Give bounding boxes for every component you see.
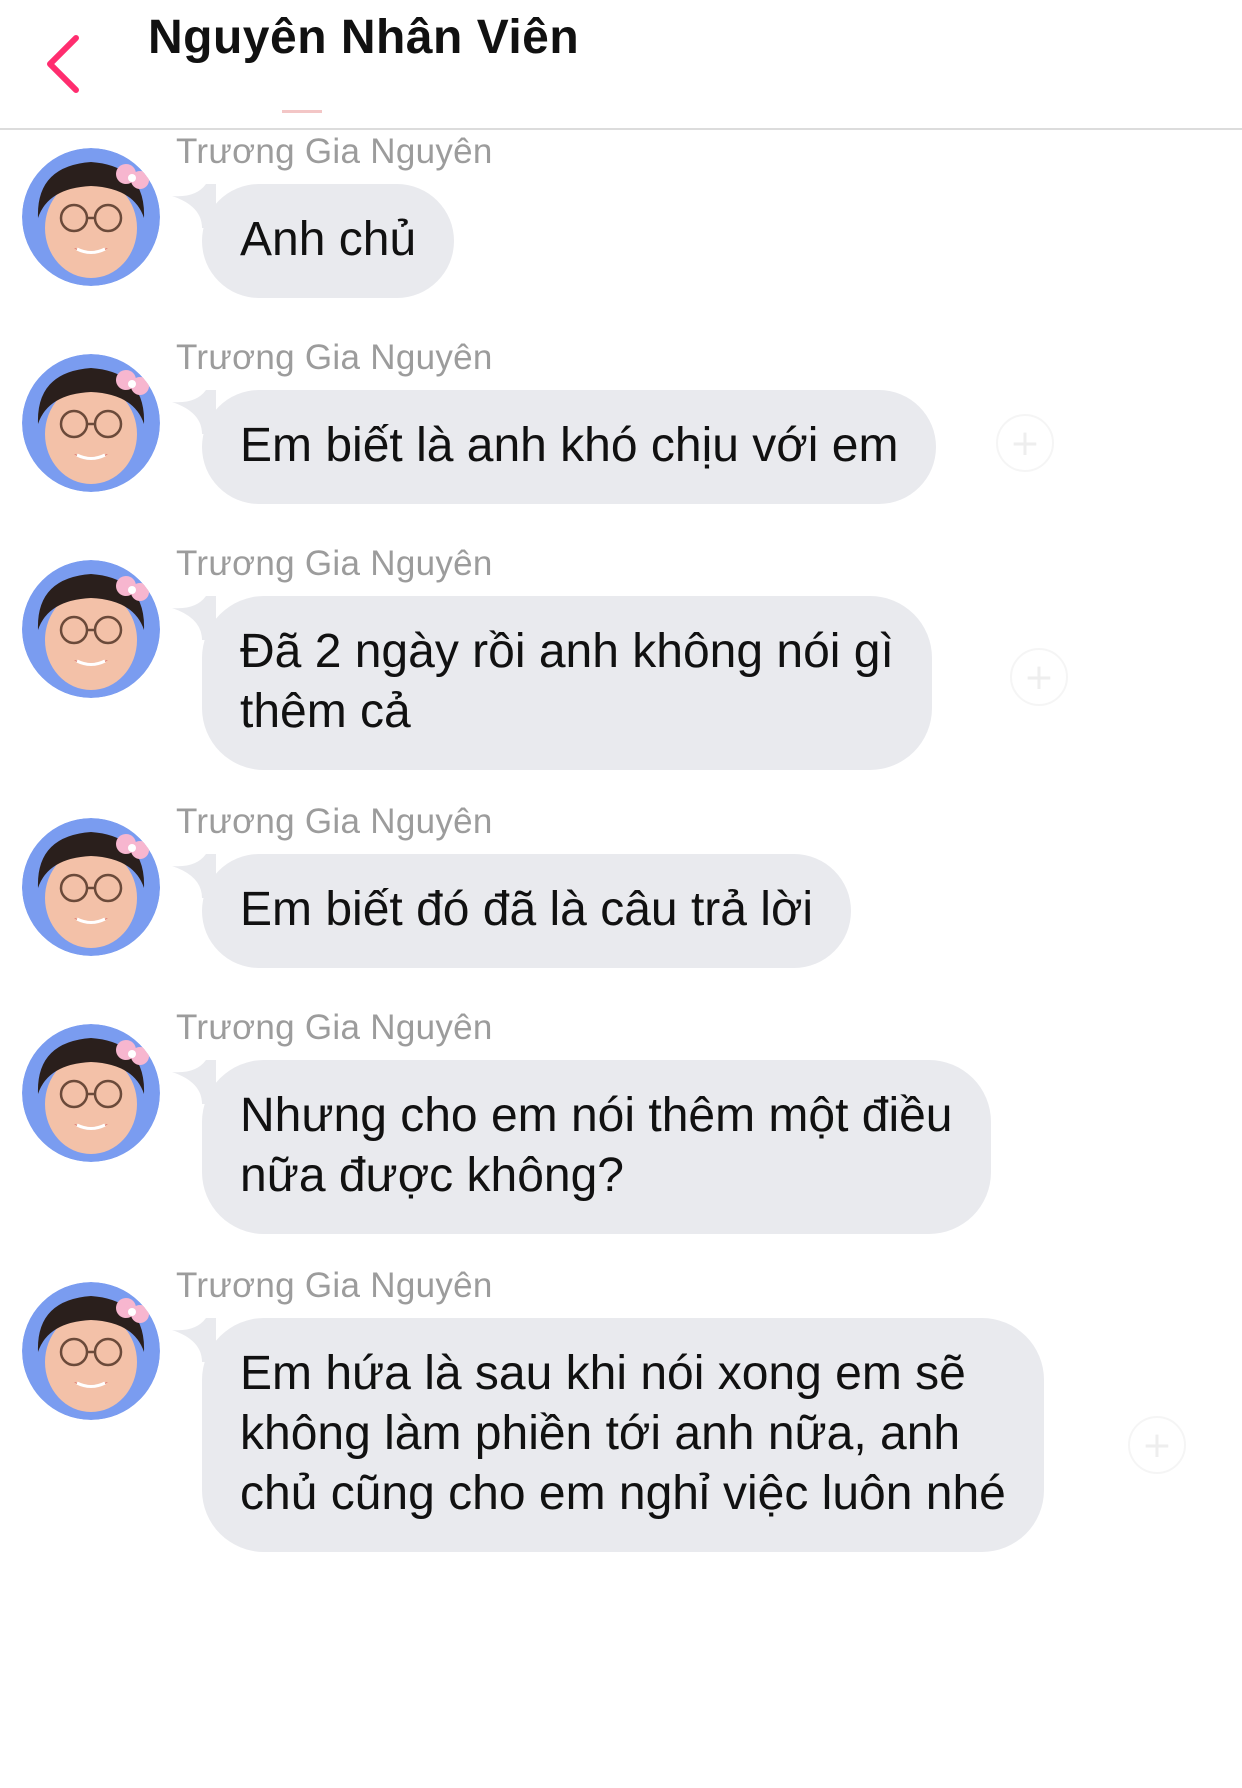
message-bubble[interactable]: Em biết là anh khó chịu với em [202,390,937,504]
message-bubble[interactable]: Anh chủ [202,184,455,298]
avatar[interactable] [22,354,160,492]
plus-icon: + [1023,656,1055,698]
header-underline [282,110,322,113]
chat-header: Nguyên Nhân Viên [0,0,1242,130]
avatar[interactable] [22,1282,160,1420]
message-bubble[interactable]: Em hứa là sau khi nói xong em sẽ không l… [202,1318,1044,1552]
message-bubble[interactable]: Nhưng cho em nói thêm một điều nữa được … [202,1060,991,1234]
avatar[interactable] [22,1024,160,1162]
avatar[interactable] [22,560,160,698]
add-reaction-button[interactable]: + [996,414,1054,472]
message-bubble[interactable]: Em biết đó đã là câu trả lời [202,854,852,968]
sender-name: Trương Gia Nguyên [176,1008,493,1047]
sender-name: Trương Gia Nguyên [176,338,493,377]
plus-icon: + [1141,1424,1173,1466]
sender-name: Trương Gia Nguyên [176,132,493,171]
bubble-container: Đã 2 ngày rồi anh không nói gì thêm cả [172,596,932,770]
plus-icon: + [1009,422,1041,464]
sender-name: Trương Gia Nguyên [176,802,493,841]
chevron-left-icon [47,35,79,93]
bubble-container: Em biết đó đã là câu trả lời [172,854,852,968]
bubble-container: Em hứa là sau khi nói xong em sẽ không l… [172,1318,1044,1552]
bubble-container: Anh chủ [172,184,455,298]
avatar[interactable] [22,818,160,956]
avatar[interactable] [22,148,160,286]
add-reaction-button[interactable]: + [1128,1416,1186,1474]
bubble-container: Em biết là anh khó chịu với em [172,390,937,504]
sender-name: Trương Gia Nguyên [176,544,493,583]
back-button[interactable] [40,32,92,96]
chat-title: Nguyên Nhân Viên [148,11,580,64]
add-reaction-button[interactable]: + [1010,648,1068,706]
sender-name: Trương Gia Nguyên [176,1266,493,1305]
bubble-container: Nhưng cho em nói thêm một điều nữa được … [172,1060,991,1234]
message-bubble[interactable]: Đã 2 ngày rồi anh không nói gì thêm cả [202,596,932,770]
